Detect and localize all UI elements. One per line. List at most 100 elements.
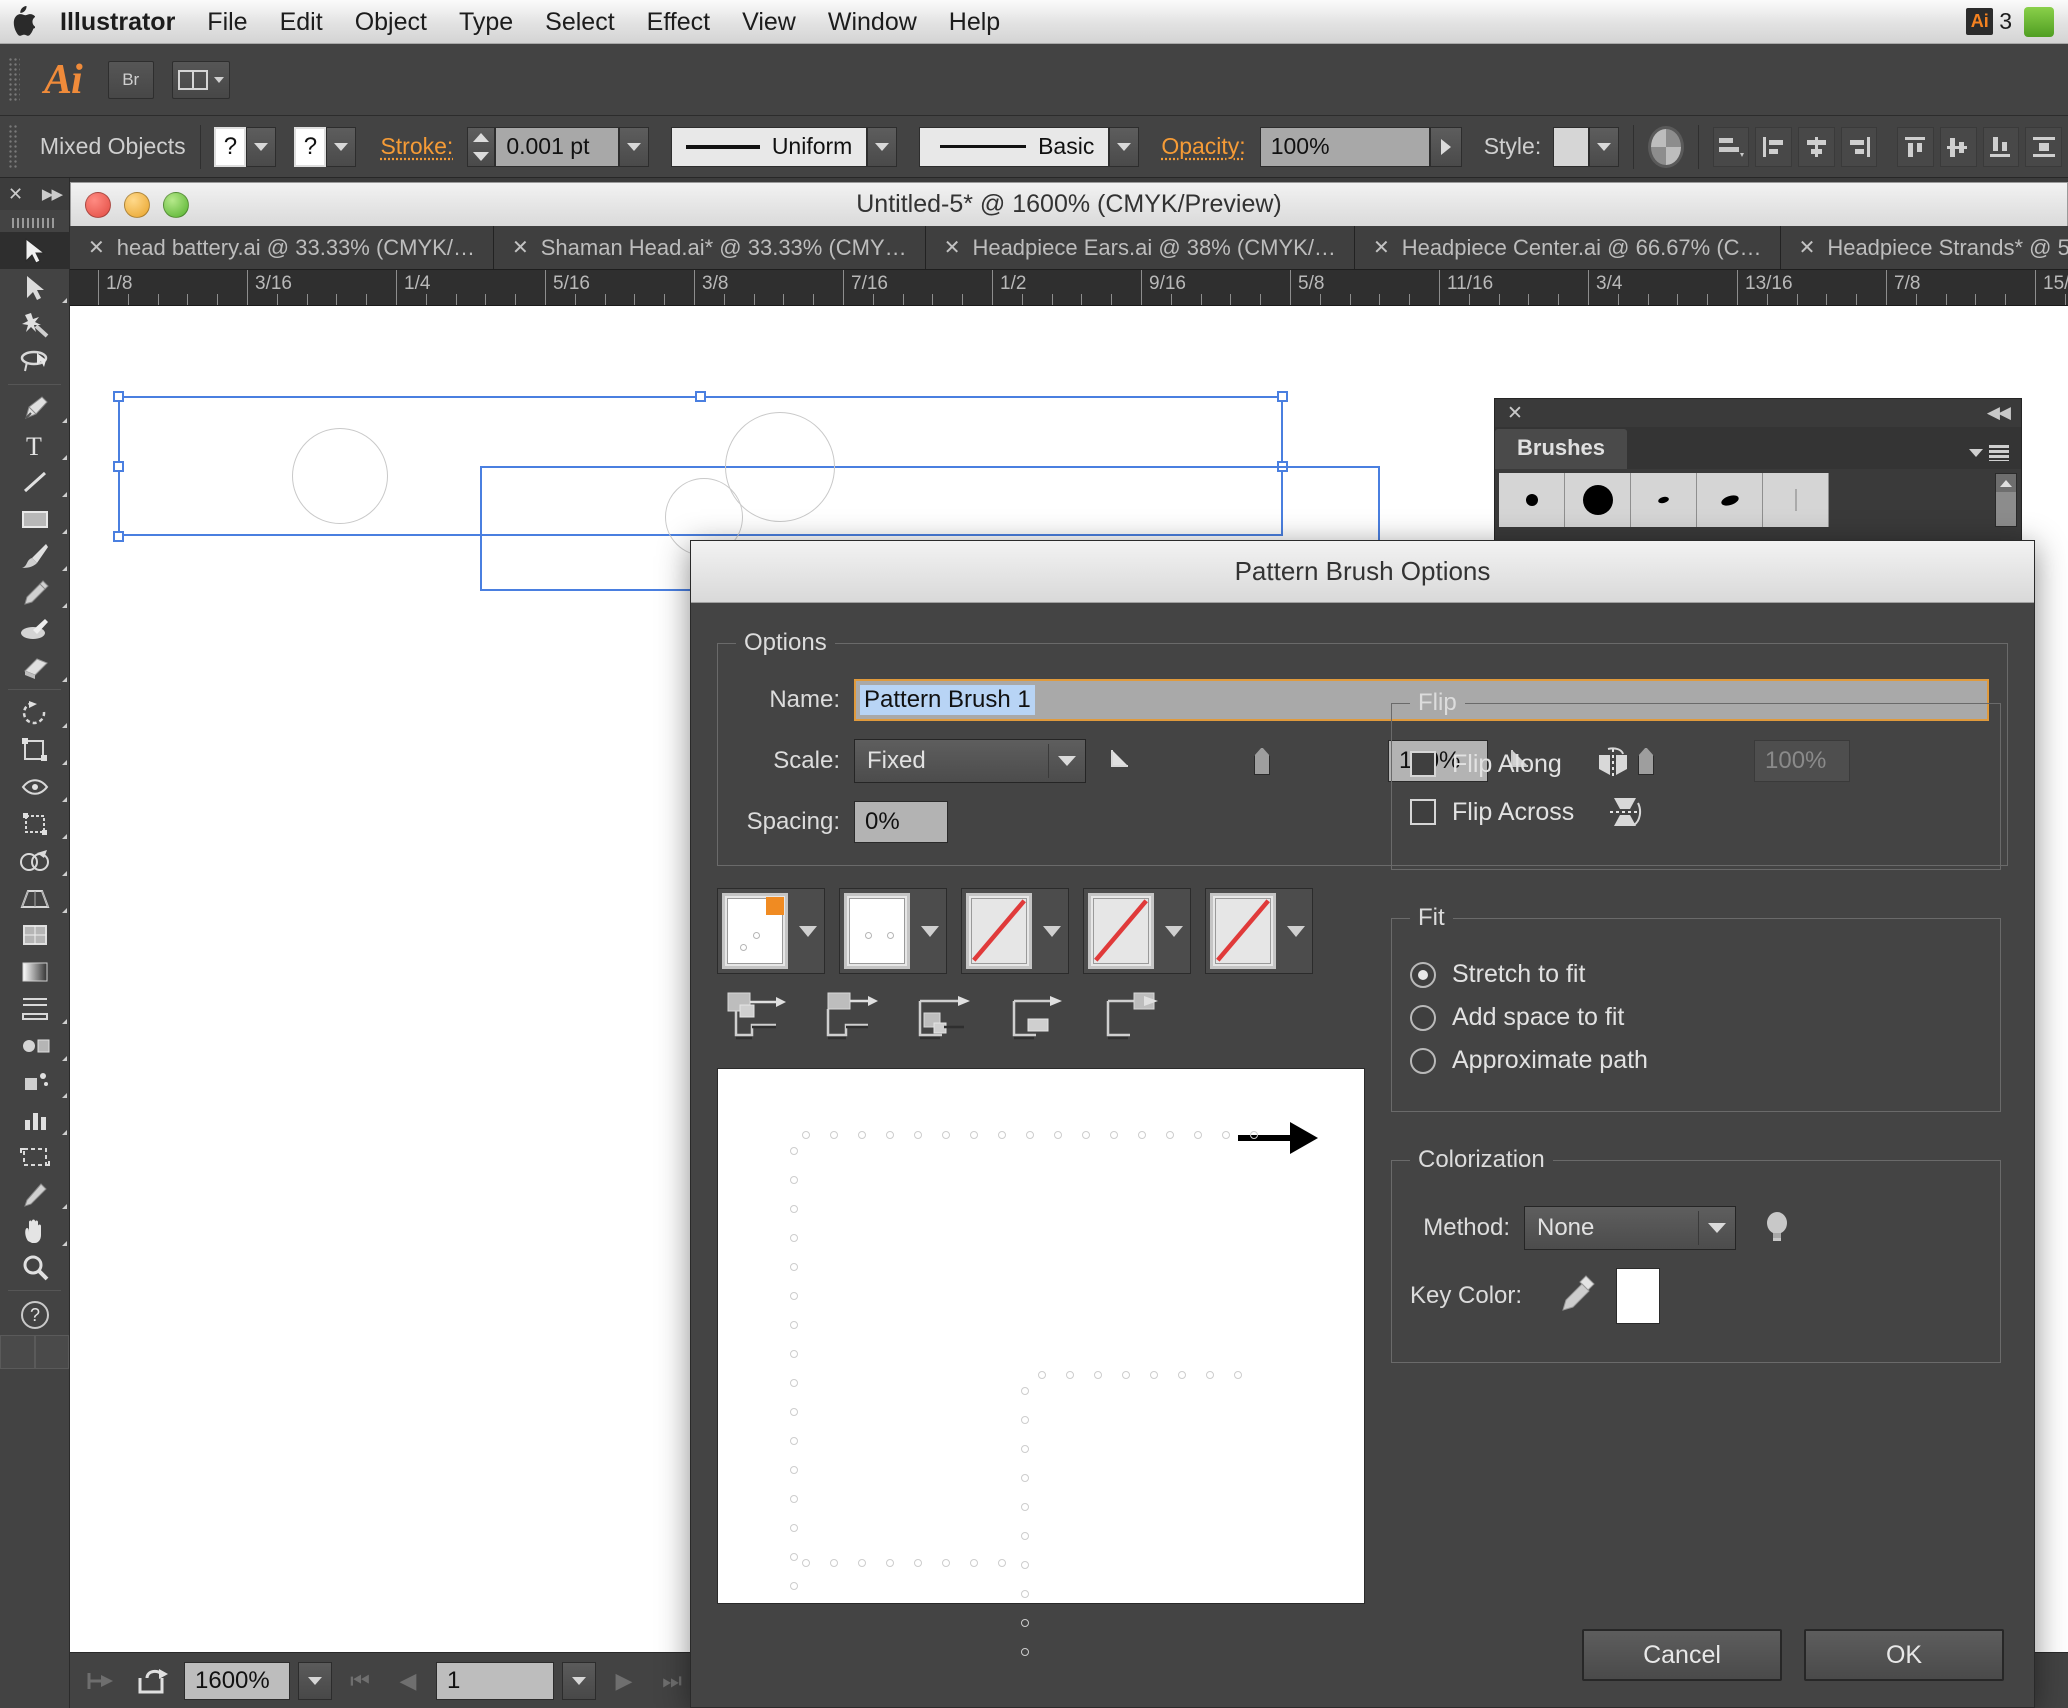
- document-tab[interactable]: ✕ Shaman Head.ai* @ 33.33% (CMY…: [493, 226, 926, 269]
- method-select[interactable]: None: [1524, 1206, 1736, 1250]
- align-bottom-icon[interactable]: [1982, 126, 2020, 167]
- selection-handle[interactable]: [113, 531, 124, 542]
- tool-flyout-indicator[interactable]: [62, 455, 67, 460]
- lasso-tool[interactable]: [0, 343, 70, 380]
- flip-along-row[interactable]: Flip Along: [1410, 747, 1982, 781]
- collapse-icon[interactable]: ◀◀: [1987, 403, 2011, 423]
- share-icon[interactable]: [132, 1662, 176, 1700]
- line-segment-tool[interactable]: [0, 463, 70, 500]
- pen-tool[interactable]: [0, 389, 70, 426]
- scale-slider-thumb[interactable]: [1254, 747, 1270, 775]
- page-number-field[interactable]: 1: [436, 1661, 554, 1700]
- document-tab[interactable]: ✕ Headpiece Strands* @ 50%: [1780, 226, 2068, 269]
- zoom-level-field[interactable]: 1600%: [184, 1661, 290, 1700]
- tool-flyout-indicator[interactable]: [62, 1204, 67, 1209]
- tool-flyout-indicator[interactable]: [62, 1019, 67, 1024]
- tool-flyout-indicator[interactable]: [62, 834, 67, 839]
- tool-flyout-indicator[interactable]: [62, 908, 67, 913]
- screen-mode-button[interactable]: [34, 1335, 69, 1369]
- perspective-grid-tool[interactable]: [0, 879, 70, 916]
- inner-corner-tile-selector[interactable]: [961, 888, 1069, 974]
- fit-option-stretch[interactable]: Stretch to fit: [1410, 960, 1982, 989]
- bridge-button[interactable]: Br: [107, 60, 154, 99]
- tool-flyout-indicator[interactable]: [62, 677, 67, 682]
- tool-flyout-indicator[interactable]: [62, 418, 67, 423]
- outer-corner-tile-dropdown[interactable]: [914, 889, 946, 973]
- align-options-button[interactable]: [1712, 126, 1750, 167]
- menu-item-select[interactable]: Select: [529, 0, 630, 44]
- add-space-to-fit-radio[interactable]: [1410, 1004, 1436, 1031]
- fill-dropdown-arrow[interactable]: [246, 126, 277, 167]
- illustrator-status-icon[interactable]: Ai 3: [1966, 8, 2012, 35]
- brush-swatch[interactable]: [1565, 473, 1631, 527]
- apple-logo-icon[interactable]: [0, 6, 44, 37]
- stroke-swatch[interactable]: ?: [294, 126, 327, 167]
- brushes-scrollbar[interactable]: [1995, 473, 2017, 527]
- align-center-horizontal-icon[interactable]: [1797, 126, 1835, 167]
- close-icon[interactable]: ✕: [512, 235, 529, 260]
- graphic-style-dropdown[interactable]: [1589, 126, 1620, 167]
- zoom-tool[interactable]: [0, 1249, 70, 1286]
- artwork-circle[interactable]: [292, 428, 388, 524]
- start-tile-preview[interactable]: [1088, 893, 1154, 969]
- fill-swatch[interactable]: ?: [214, 126, 247, 167]
- recolor-artwork-icon[interactable]: [1648, 125, 1684, 168]
- end-tile-selector[interactable]: [1205, 888, 1313, 974]
- stroke-profile-control[interactable]: Uniform: [671, 126, 898, 167]
- eraser-tool[interactable]: [0, 648, 70, 685]
- tool-flyout-indicator[interactable]: [62, 760, 67, 765]
- menu-item-effect[interactable]: Effect: [631, 0, 726, 44]
- selection-handle[interactable]: [695, 391, 706, 402]
- scale-tool[interactable]: [0, 731, 70, 768]
- drawing-mode-button[interactable]: [0, 1335, 35, 1369]
- paintbrush-tool[interactable]: [0, 537, 70, 574]
- panel-menu-button[interactable]: [1957, 445, 2021, 469]
- menu-item-window[interactable]: Window: [812, 0, 933, 44]
- document-tab[interactable]: ✕ Headpiece Center.ai @ 66.67% (C…: [1354, 226, 1781, 269]
- brush-definition-control[interactable]: Basic: [919, 126, 1140, 167]
- zoom-level-dropdown[interactable]: [298, 1661, 332, 1700]
- width-tool[interactable]: [0, 768, 70, 805]
- brush-swatch[interactable]: [1499, 473, 1565, 527]
- ok-button[interactable]: OK: [1804, 1629, 2004, 1681]
- blend-tool[interactable]: [0, 1027, 70, 1064]
- document-tab[interactable]: ✕ head battery.ai @ 33.33% (CMYK/…: [70, 226, 494, 269]
- stroke-weight-control[interactable]: 0.001 pt: [467, 126, 650, 167]
- tool-flyout-indicator[interactable]: [62, 1130, 67, 1135]
- cloud-sync-icon[interactable]: [80, 1662, 124, 1700]
- close-icon[interactable]: ✕: [8, 184, 23, 205]
- graphic-style-control[interactable]: [1553, 126, 1620, 167]
- side-tile-preview[interactable]: [722, 893, 788, 969]
- end-tile-dropdown[interactable]: [1280, 889, 1312, 973]
- page-number-dropdown[interactable]: [562, 1661, 596, 1700]
- menu-item-type[interactable]: Type: [443, 0, 529, 44]
- brush-definition-field[interactable]: Basic: [919, 126, 1110, 167]
- tool-flyout-indicator[interactable]: [62, 723, 67, 728]
- brush-definition-dropdown[interactable]: [1109, 126, 1140, 167]
- tips-lightbulb-icon[interactable]: [1762, 1208, 1792, 1248]
- mesh-tool[interactable]: [0, 916, 70, 953]
- stroke-weight-field[interactable]: 0.001 pt: [495, 126, 620, 167]
- spacing-field[interactable]: 0%: [854, 801, 948, 843]
- opacity-label[interactable]: Opacity:: [1161, 133, 1245, 160]
- type-tool[interactable]: T: [0, 426, 70, 463]
- close-icon[interactable]: ✕: [1373, 235, 1390, 260]
- tool-flyout-indicator[interactable]: [62, 1241, 67, 1246]
- selection-handle[interactable]: [113, 391, 124, 402]
- align-top-icon[interactable]: [1897, 126, 1934, 167]
- distribute-icon[interactable]: [2025, 126, 2062, 167]
- rotate-tool[interactable]: [0, 694, 70, 731]
- close-icon[interactable]: ✕: [1799, 235, 1816, 260]
- symbol-sprayer-tool[interactable]: [0, 1064, 70, 1101]
- tools-panel-grip[interactable]: [12, 212, 57, 228]
- rectangle-tool[interactable]: [0, 500, 70, 537]
- close-icon[interactable]: ✕: [944, 235, 961, 260]
- menu-item-object[interactable]: Object: [339, 0, 443, 44]
- tool-flyout-indicator[interactable]: [62, 797, 67, 802]
- menu-item-illustrator[interactable]: Illustrator: [44, 0, 191, 44]
- previous-page-button[interactable]: ◀: [388, 1662, 428, 1700]
- stroke-profile-field[interactable]: Uniform: [671, 126, 868, 167]
- pencil-tool[interactable]: [0, 574, 70, 611]
- direct-selection-tool[interactable]: [0, 269, 70, 306]
- help-button[interactable]: ?: [0, 1295, 70, 1335]
